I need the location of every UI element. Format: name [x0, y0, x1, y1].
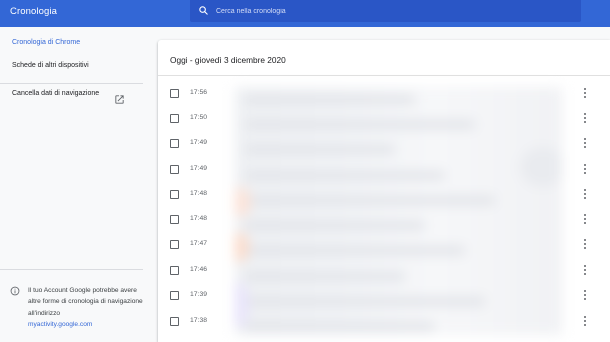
row-checkbox[interactable]	[170, 139, 179, 148]
entry-time: 17:47	[190, 240, 208, 247]
entry-time: 17:38	[190, 317, 208, 324]
more-vert-icon[interactable]	[583, 138, 587, 149]
app-toolbar: Cronologia	[0, 0, 610, 27]
row-checkbox[interactable]	[170, 317, 179, 326]
entry-time: 17:48	[190, 215, 208, 222]
more-vert-icon[interactable]	[583, 88, 587, 99]
more-vert-icon[interactable]	[583, 113, 587, 124]
open-in-new-icon[interactable]	[114, 94, 125, 105]
entry-time: 17:39	[190, 291, 208, 298]
row-checkbox[interactable]	[170, 89, 179, 98]
entry-time: 17:48	[190, 190, 208, 197]
entry-time: 17:50	[190, 114, 208, 121]
row-checkbox[interactable]	[170, 114, 179, 123]
clear-browsing-data-link[interactable]: Cancella dati di navigazione	[12, 88, 112, 100]
sidebar-divider	[0, 269, 143, 270]
history-row[interactable]: 17:56	[158, 81, 610, 106]
myactivity-link[interactable]: myactivity.google.com	[28, 319, 145, 330]
history-row[interactable]: 17:49	[158, 131, 610, 156]
more-vert-icon[interactable]	[583, 189, 587, 200]
row-checkbox[interactable]	[170, 266, 179, 275]
row-checkbox[interactable]	[170, 190, 179, 199]
search-box[interactable]	[190, 0, 581, 22]
history-row[interactable]: 17:48	[158, 182, 610, 207]
page-title: Cronologia	[10, 6, 57, 17]
row-checkbox[interactable]	[170, 240, 179, 249]
search-icon[interactable]	[198, 5, 209, 16]
row-checkbox[interactable]	[170, 215, 179, 224]
info-text: Il tuo Account Google potrebbe avere alt…	[28, 285, 145, 331]
history-row[interactable]: 17:50	[158, 106, 610, 131]
row-checkbox[interactable]	[170, 291, 179, 300]
more-vert-icon[interactable]	[583, 265, 587, 276]
sidebar-item-other-devices[interactable]: Schede di altri dispositivi	[12, 62, 89, 69]
info-message: Il tuo Account Google potrebbe avere alt…	[28, 287, 143, 317]
entry-time: 17:56	[190, 89, 208, 96]
history-row[interactable]: 17:38	[158, 309, 610, 334]
history-section-title: Oggi - giovedì 3 dicembre 2020	[170, 55, 286, 65]
history-card: Oggi - giovedì 3 dicembre 2020 17:56 17:…	[158, 40, 610, 342]
row-checkbox[interactable]	[170, 165, 179, 174]
history-row[interactable]: 17:49	[158, 157, 610, 182]
info-icon	[10, 286, 20, 296]
entry-time: 17:49	[190, 165, 208, 172]
sidebar: Cronologia di Chrome Schede di altri dis…	[0, 27, 150, 342]
history-row[interactable]: 17:48	[158, 207, 610, 232]
more-vert-icon[interactable]	[583, 214, 587, 225]
sidebar-divider	[0, 83, 143, 84]
sidebar-item-chrome-history[interactable]: Cronologia di Chrome	[12, 39, 80, 46]
card-divider	[158, 75, 610, 76]
history-row[interactable]: 17:47	[158, 232, 610, 257]
entry-time: 17:46	[190, 266, 208, 273]
more-vert-icon[interactable]	[583, 239, 587, 250]
history-row[interactable]: 17:39	[158, 283, 610, 308]
account-info-note: Il tuo Account Google potrebbe avere alt…	[10, 285, 145, 331]
more-vert-icon[interactable]	[583, 290, 587, 301]
entry-time: 17:49	[190, 139, 208, 146]
history-row[interactable]: 17:46	[158, 258, 610, 283]
more-vert-icon[interactable]	[583, 164, 587, 175]
more-vert-icon[interactable]	[583, 316, 587, 327]
search-input[interactable]	[216, 3, 566, 19]
